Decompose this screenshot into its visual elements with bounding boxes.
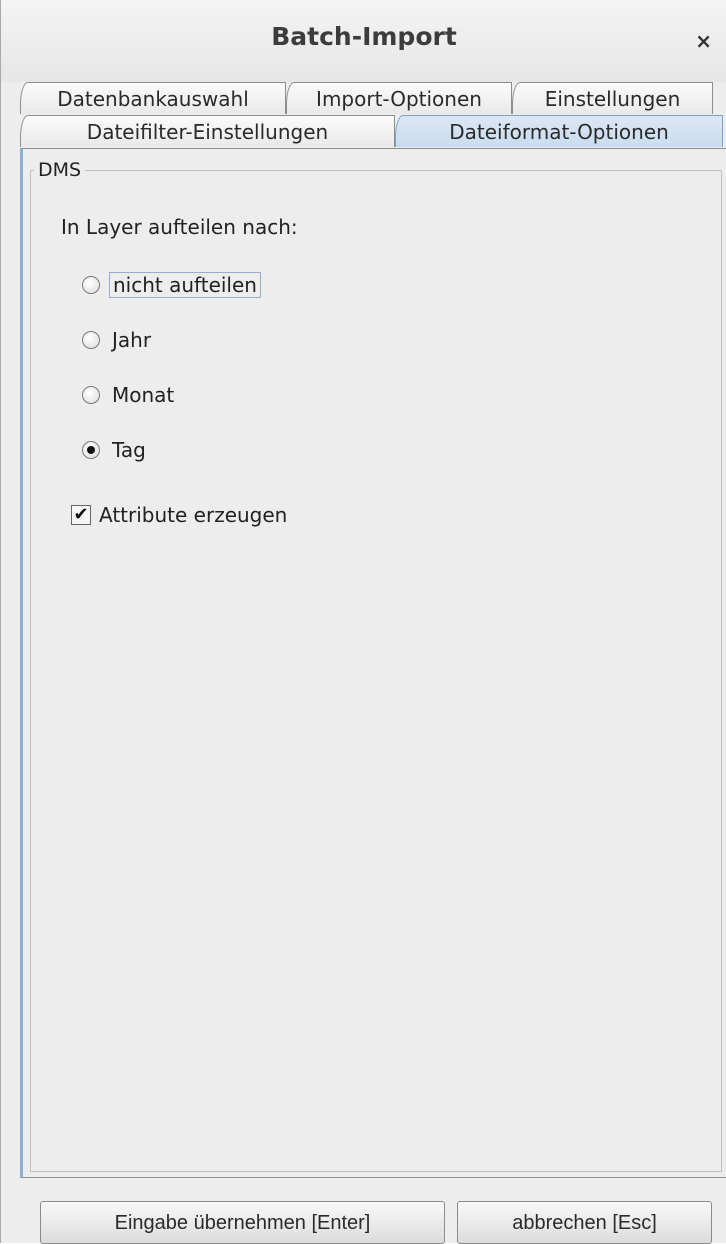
tab-dateiformat-optionen[interactable]: Dateiformat-Optionen (395, 115, 723, 147)
attribute-erzeugen-checkbox[interactable]: ✔ Attribute erzeugen (71, 503, 287, 527)
split-layer-label: In Layer aufteilen nach: (61, 215, 298, 239)
radio-tag[interactable]: Tag (82, 435, 149, 465)
radio-indicator[interactable] (82, 386, 100, 404)
radio-indicator[interactable] (82, 276, 100, 294)
radio-indicator[interactable] (82, 331, 100, 349)
radio-indicator[interactable] (82, 441, 100, 459)
tab-datenbankauswahl[interactable]: Datenbankauswahl (20, 82, 286, 114)
dms-group-box (30, 170, 722, 1172)
radio-label: Jahr (112, 328, 152, 352)
ok-button[interactable]: Eingabe übernehmen [Enter] (40, 1201, 445, 1244)
radio-jahr[interactable]: Jahr (82, 325, 154, 355)
radio-label: Tag (112, 438, 146, 462)
batch-import-dialog: Batch-Import × Datenbankauswahl Import-O… (0, 0, 726, 1244)
close-icon[interactable]: × (695, 29, 712, 53)
radio-monat[interactable]: Monat (82, 380, 177, 410)
checkbox-label: Attribute erzeugen (99, 503, 288, 527)
tab-import-optionen[interactable]: Import-Optionen (286, 82, 512, 114)
tab-dateifilter-einstellungen[interactable]: Dateifilter-Einstellungen (20, 115, 395, 147)
checkbox-indicator[interactable]: ✔ (71, 505, 91, 525)
radio-label: nicht aufteilen (109, 272, 261, 298)
radio-nicht-aufteilen[interactable]: nicht aufteilen (82, 270, 261, 300)
tab-einstellungen[interactable]: Einstellungen (512, 82, 713, 114)
cancel-button[interactable]: abbrechen [Esc] (457, 1201, 712, 1244)
window-title: Batch-Import (271, 22, 457, 51)
dms-group-title: DMS (34, 159, 86, 181)
title-bar[interactable]: Batch-Import × (1, 0, 726, 82)
radio-label: Monat (112, 383, 175, 407)
